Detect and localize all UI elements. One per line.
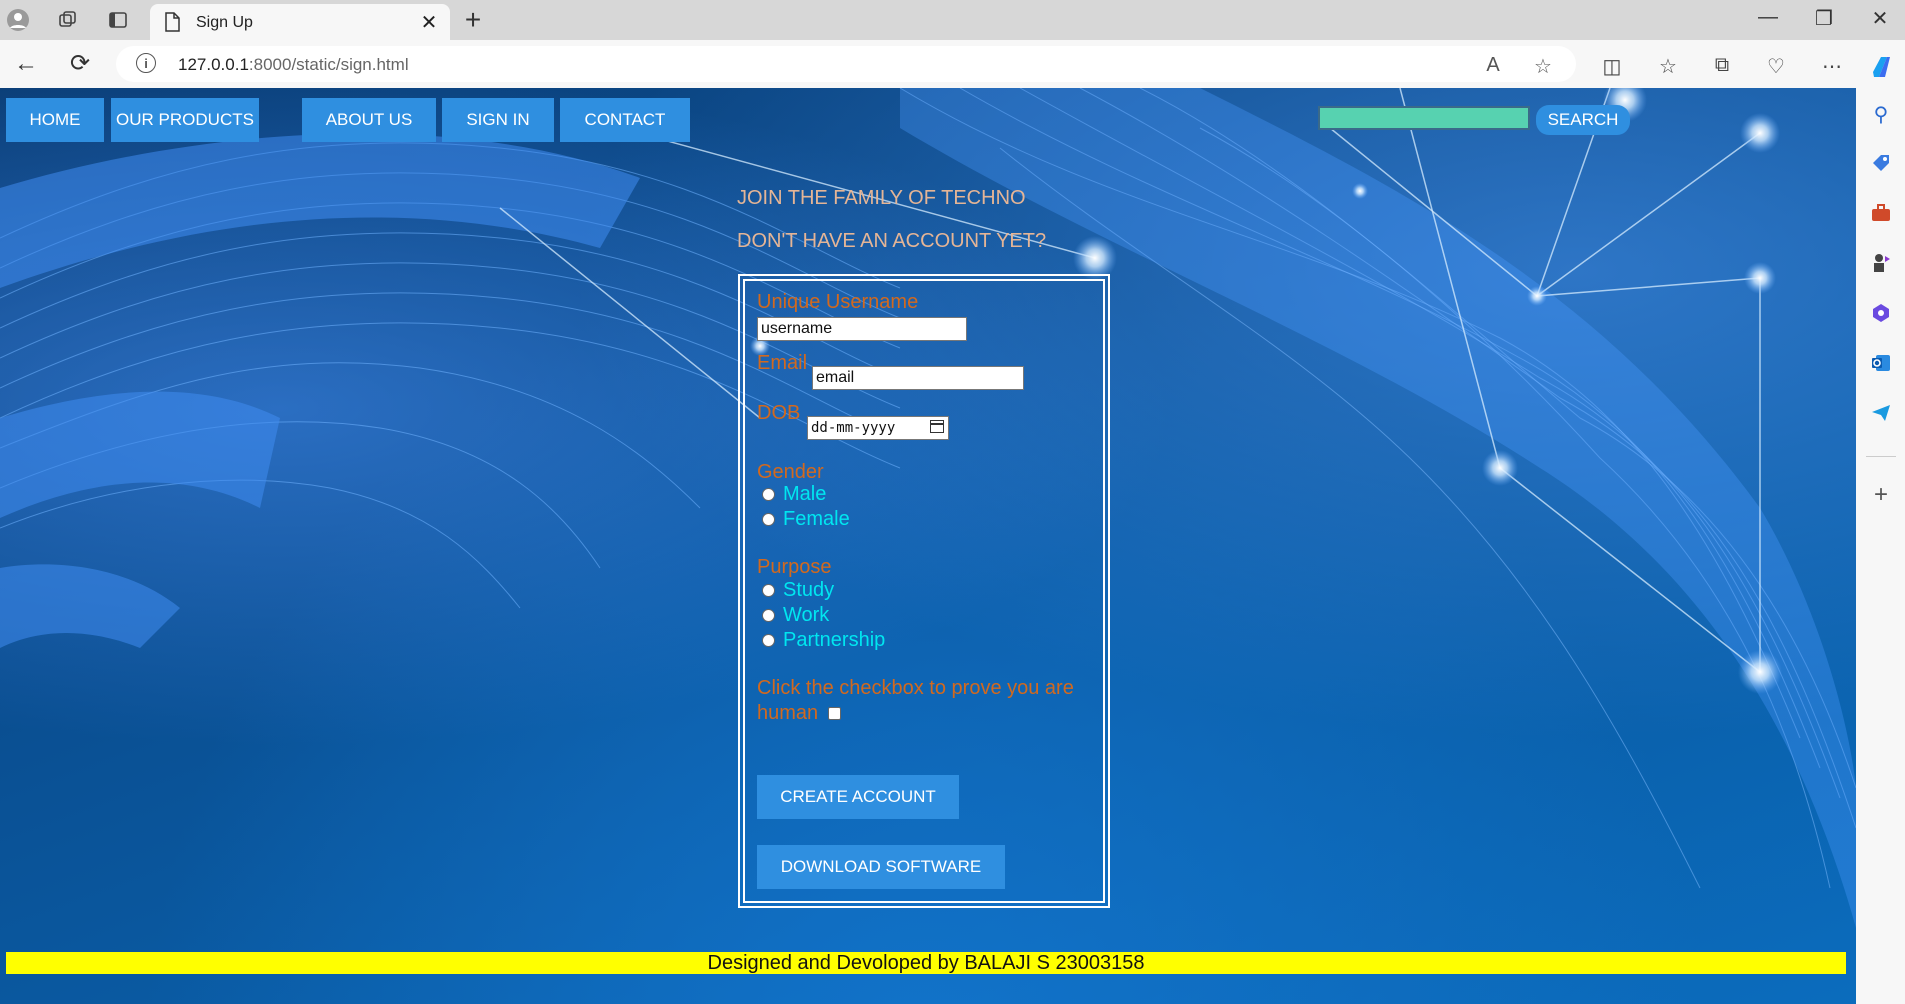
nav-sign-in[interactable]: SIGN IN — [442, 98, 554, 142]
add-sidebar-app-icon[interactable]: + — [1868, 482, 1894, 508]
address-bar-row: ← ⟳ i 127.0.0.1:8000/static/sign.html A … — [0, 40, 1905, 88]
collections-icon[interactable]: ⧉ — [1708, 54, 1736, 77]
username-label: Unique Username — [757, 291, 919, 313]
purpose-partnership-label: Partnership — [783, 629, 886, 651]
copilot-icon[interactable] — [1868, 54, 1896, 86]
url-text[interactable]: 127.0.0.1:8000/static/sign.html — [178, 55, 409, 75]
minimize-icon[interactable]: — — [1748, 6, 1788, 29]
read-aloud-icon[interactable]: A — [1480, 54, 1506, 77]
gender-label: Gender — [757, 461, 824, 483]
nav-contact[interactable]: CONTACT — [560, 98, 690, 142]
headline-no-account: DON'T HAVE AN ACCOUNT YET? — [737, 230, 1047, 252]
restore-icon[interactable]: ❐ — [1804, 6, 1844, 31]
telegram-send-icon[interactable] — [1868, 402, 1894, 428]
create-account-button[interactable]: CREATE ACCOUNT — [757, 775, 959, 819]
close-window-icon[interactable]: ✕ — [1860, 6, 1900, 31]
shopping-tag-icon[interactable] — [1868, 152, 1894, 178]
download-software-button[interactable]: DOWNLOAD SOFTWARE — [757, 845, 1005, 889]
human-check-label-2: human — [757, 702, 819, 724]
office-icon[interactable] — [1868, 302, 1894, 328]
sidebar-divider — [1866, 456, 1896, 457]
site-info-icon[interactable]: i — [136, 53, 156, 73]
tab-actions-icon[interactable] — [106, 10, 130, 34]
nav-about-us[interactable]: ABOUT US — [302, 98, 436, 142]
nav-home[interactable]: HOME — [6, 98, 104, 142]
browser-essentials-icon[interactable]: ♡ — [1762, 54, 1790, 79]
url-path: :8000/static/sign.html — [248, 55, 409, 74]
gender-male-label: Male — [783, 483, 827, 505]
games-icon[interactable] — [1868, 252, 1894, 278]
dob-date-input[interactable]: dd-mm-yyyy — [807, 416, 949, 440]
nav-our-products[interactable]: OUR PRODUCTS — [111, 98, 259, 142]
purpose-label: Purpose — [757, 556, 832, 578]
page-viewport: HOME OUR PRODUCTS ABOUT US SIGN IN CONTA… — [0, 88, 1856, 1004]
purpose-partnership-radio[interactable] — [762, 634, 775, 647]
tab-close-icon[interactable]: ✕ — [418, 10, 440, 35]
purpose-work-radio[interactable] — [762, 609, 775, 622]
more-options-icon[interactable]: ⋯ — [1818, 54, 1846, 79]
favorites-icon[interactable]: ☆ — [1654, 54, 1682, 79]
favorite-star-icon[interactable]: ☆ — [1530, 54, 1556, 79]
calendar-icon[interactable] — [930, 420, 944, 433]
headline-join: JOIN THE FAMILY OF TECHNO — [737, 187, 1026, 209]
human-check-label: Click the checkbox to prove you are — [757, 677, 1074, 699]
signup-form: Unique Username username Email email DOB… — [738, 274, 1110, 908]
split-screen-icon[interactable]: ◫ — [1598, 54, 1626, 79]
dob-label: DOB — [757, 402, 801, 424]
gender-female-radio[interactable] — [762, 513, 775, 526]
new-tab-icon[interactable]: + — [458, 4, 488, 36]
footer-credit: Designed and Devoloped by BALAJI S 23003… — [6, 952, 1846, 974]
workspaces-icon[interactable] — [56, 10, 80, 34]
search-button[interactable]: SEARCH — [1536, 105, 1630, 135]
search-input[interactable] — [1318, 106, 1530, 130]
purpose-work-label: Work — [783, 604, 830, 626]
back-icon[interactable]: ← — [10, 50, 42, 78]
refresh-icon[interactable]: ⟳ — [64, 50, 96, 78]
email-label: Email — [757, 352, 808, 374]
outlook-icon[interactable] — [1868, 352, 1894, 378]
email-input[interactable]: email — [812, 366, 1024, 390]
gender-male-radio[interactable] — [762, 488, 775, 501]
dob-placeholder: dd-mm-yyyy — [811, 420, 896, 436]
human-checkbox[interactable] — [828, 707, 841, 720]
purpose-study-label: Study — [783, 579, 835, 601]
profile-icon[interactable] — [6, 8, 30, 36]
page-icon — [164, 12, 180, 37]
username-input[interactable]: username — [757, 317, 967, 341]
gender-female-label: Female — [783, 508, 850, 530]
url-host: 127.0.0.1 — [178, 55, 249, 74]
browser-tab-bar: Sign Up ✕ + — ❐ ✕ — [0, 0, 1905, 40]
search-icon[interactable]: ⚲ — [1868, 102, 1894, 128]
purpose-study-radio[interactable] — [762, 584, 775, 597]
edge-sidebar: ⚲ + — [1856, 88, 1905, 1004]
tab-title: Sign Up — [196, 14, 253, 31]
address-bar[interactable]: i 127.0.0.1:8000/static/sign.html A ☆ — [116, 46, 1576, 82]
tools-briefcase-icon[interactable] — [1868, 202, 1894, 228]
tab-sign-up[interactable]: Sign Up ✕ — [150, 4, 450, 40]
